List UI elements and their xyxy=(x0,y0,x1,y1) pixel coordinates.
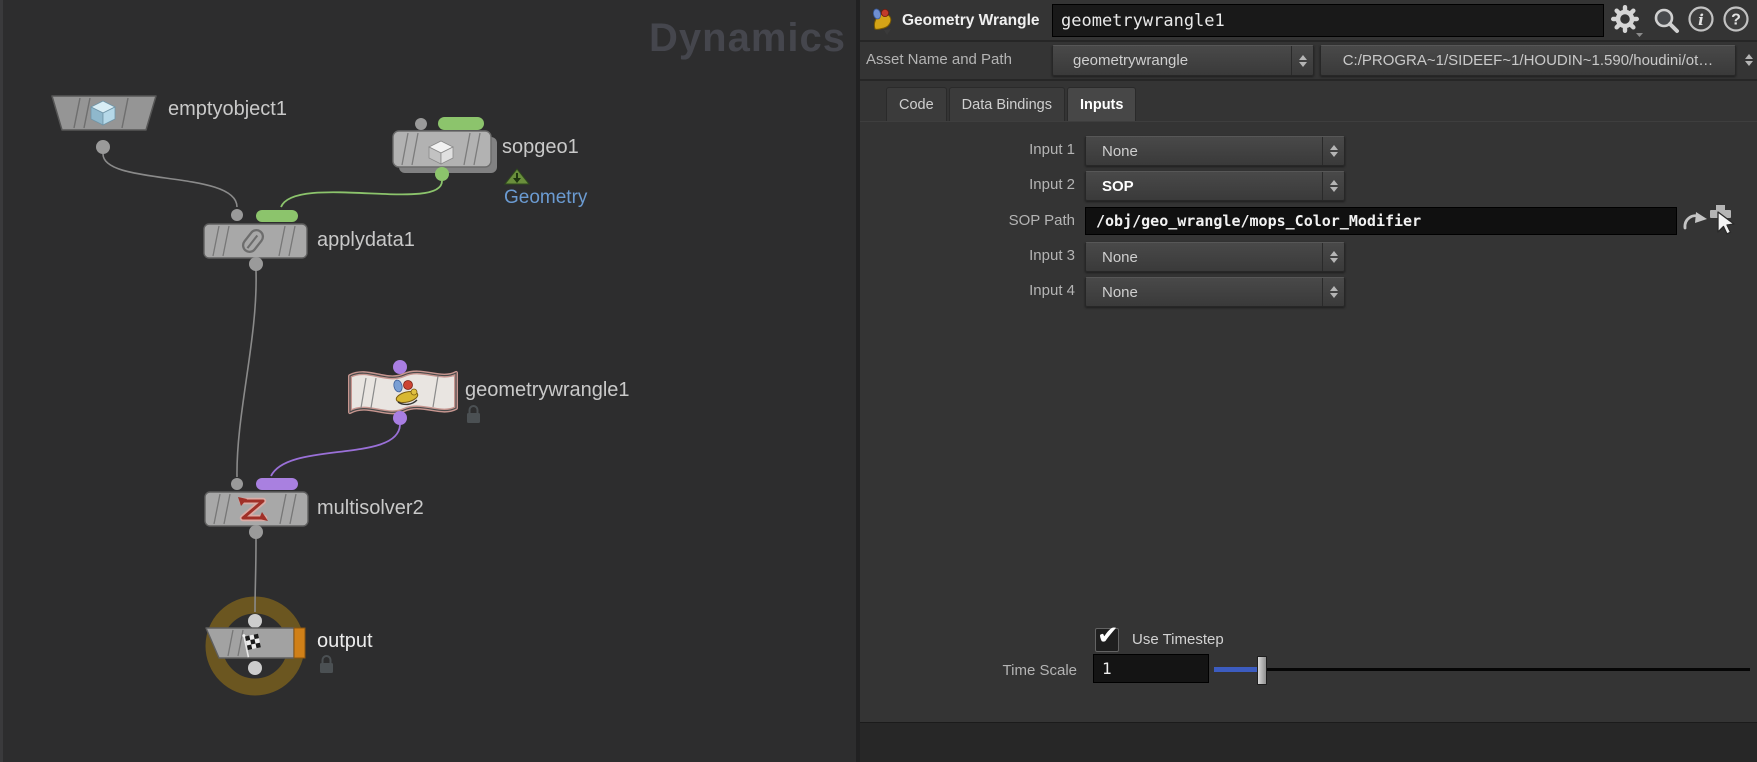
node-sopgeo1[interactable] xyxy=(392,117,497,181)
parameter-panel: Geometry Wrangle i xyxy=(860,0,1757,722)
header-divider xyxy=(860,40,1757,42)
input3-value: None xyxy=(1102,248,1138,266)
asset-path-value: C:/PROGRA~1/SIDEEF~1/HOUDIN~1.590/houdin… xyxy=(1342,52,1714,69)
node-multisolver2[interactable] xyxy=(204,478,309,539)
multisolver2-input-connector[interactable] xyxy=(231,478,243,490)
asset-path-spinner[interactable] xyxy=(1738,49,1757,71)
input3-menu[interactable]: None xyxy=(1085,242,1345,272)
houdini-window: Dynamics emptyobject1 sopgeo1 Geometry a… xyxy=(0,0,1757,762)
sop-path-input[interactable] xyxy=(1085,207,1677,235)
asset-name-path-label: Asset Name and Path xyxy=(866,51,1012,68)
wire-multisolver2-output[interactable] xyxy=(254,538,257,613)
asset-divider xyxy=(860,79,1757,81)
geometry-render-icon xyxy=(503,168,531,185)
time-scale-slider-handle[interactable] xyxy=(1257,656,1267,685)
wire-applydata1-multisolver2[interactable] xyxy=(236,270,257,478)
input1-value: None xyxy=(1102,142,1138,160)
tab-data-bindings[interactable]: Data Bindings xyxy=(948,87,1065,122)
input4-value: None xyxy=(1102,283,1138,301)
input2-spinner[interactable] xyxy=(1322,172,1344,200)
asset-name-dropdown[interactable]: geometrywrangle xyxy=(1052,45,1314,76)
checkmark-icon: ✔ xyxy=(1097,621,1119,651)
input1-spinner[interactable] xyxy=(1322,137,1344,165)
applydata1-green-flag[interactable] xyxy=(256,210,298,222)
use-timestep-checkbox[interactable]: ✔ xyxy=(1095,621,1119,652)
label-output: output xyxy=(317,630,373,652)
use-timestep-label: Use Timestep xyxy=(1132,631,1224,648)
asset-path-dropdown[interactable]: C:/PROGRA~1/SIDEEF~1/HOUDIN~1.590/houdin… xyxy=(1320,45,1736,76)
input4-spinner[interactable] xyxy=(1322,278,1344,306)
multisolver2-purple-flag[interactable] xyxy=(256,478,298,490)
node-geometrywrangle1[interactable] xyxy=(348,360,458,425)
tab-code[interactable]: Code xyxy=(886,87,947,122)
time-scale-label: Time Scale xyxy=(1002,662,1077,679)
label-emptyobject1: emptyobject1 xyxy=(168,98,287,120)
node-name-input[interactable] xyxy=(1052,4,1604,37)
input3-spinner[interactable] xyxy=(1322,243,1344,271)
asset-name-value: geometrywrangle xyxy=(1073,52,1189,69)
time-scale-slider-track[interactable] xyxy=(1214,668,1750,671)
label-geometrywrangle1: geometrywrangle1 xyxy=(465,379,630,401)
help-icon[interactable]: ? xyxy=(1722,5,1752,35)
info-icon[interactable]: i xyxy=(1687,5,1717,35)
wire-geometrywrangle1-multisolver2[interactable] xyxy=(270,424,401,477)
sop-path-label: SOP Path xyxy=(1008,212,1075,229)
label-sopgeo1: sopgeo1 xyxy=(502,136,579,158)
label-applydata1: applydata1 xyxy=(317,229,415,251)
network-editor[interactable]: Dynamics emptyobject1 sopgeo1 Geometry a… xyxy=(0,0,860,762)
geometrywrangle1-output-connector[interactable] xyxy=(393,411,407,425)
label-geometry-output[interactable]: Geometry xyxy=(504,187,587,209)
svg-text:?: ? xyxy=(1731,12,1741,29)
output-output-connector[interactable] xyxy=(248,661,262,675)
applydata1-input-connector[interactable] xyxy=(231,209,243,221)
svg-text:i: i xyxy=(1698,11,1704,29)
node-emptyobject1[interactable] xyxy=(51,95,157,154)
input4-label: Input 4 xyxy=(1029,282,1075,299)
panel-tabs: Code Data Bindings Inputs xyxy=(886,87,1137,122)
search-icon[interactable] xyxy=(1650,5,1682,37)
gear-menu-icon[interactable] xyxy=(1610,4,1644,38)
label-multisolver2: multisolver2 xyxy=(317,497,424,519)
input2-menu[interactable]: SOP xyxy=(1085,171,1345,201)
output-orange-flag[interactable] xyxy=(293,627,306,659)
time-scale-slider-fill xyxy=(1214,667,1262,672)
tab-groove xyxy=(860,121,1757,122)
wire-sopgeo1-applydata1[interactable] xyxy=(280,180,443,208)
jump-to-operator-icon[interactable] xyxy=(1682,210,1710,236)
asset-name-spinner[interactable] xyxy=(1291,46,1313,75)
network-graph-canvas xyxy=(51,95,531,696)
panel-title: Geometry Wrangle xyxy=(902,12,1040,29)
input2-label: Input 2 xyxy=(1029,176,1075,193)
applydata1-output-connector[interactable] xyxy=(249,257,263,271)
panel-bottom-strip xyxy=(860,722,1757,762)
wrangle-node-icon xyxy=(872,8,892,35)
sopgeo1-green-flag[interactable] xyxy=(438,117,484,130)
time-scale-input[interactable] xyxy=(1093,654,1209,683)
tab-inputs[interactable]: Inputs xyxy=(1066,87,1137,122)
output-input-connector[interactable] xyxy=(248,614,262,628)
input1-menu[interactable]: None xyxy=(1085,136,1345,166)
wire-emptyobject1-applydata1[interactable] xyxy=(102,153,238,208)
input3-label: Input 3 xyxy=(1029,247,1075,264)
select-operator-icon[interactable] xyxy=(1710,204,1748,246)
output-lock-icon xyxy=(320,655,333,673)
sopgeo1-output-connector[interactable] xyxy=(435,167,449,181)
input2-value: SOP xyxy=(1102,177,1134,195)
input1-label: Input 1 xyxy=(1029,141,1075,158)
geometrywrangle1-lock-icon xyxy=(467,405,480,423)
multisolver2-output-connector[interactable] xyxy=(249,525,263,539)
sopgeo1-input-connector[interactable] xyxy=(415,118,427,130)
node-applydata1[interactable] xyxy=(203,209,308,271)
geometrywrangle1-input-connector[interactable] xyxy=(393,360,407,374)
emptyobject1-output-connector[interactable] xyxy=(96,140,110,154)
input4-menu[interactable]: None xyxy=(1085,277,1345,307)
